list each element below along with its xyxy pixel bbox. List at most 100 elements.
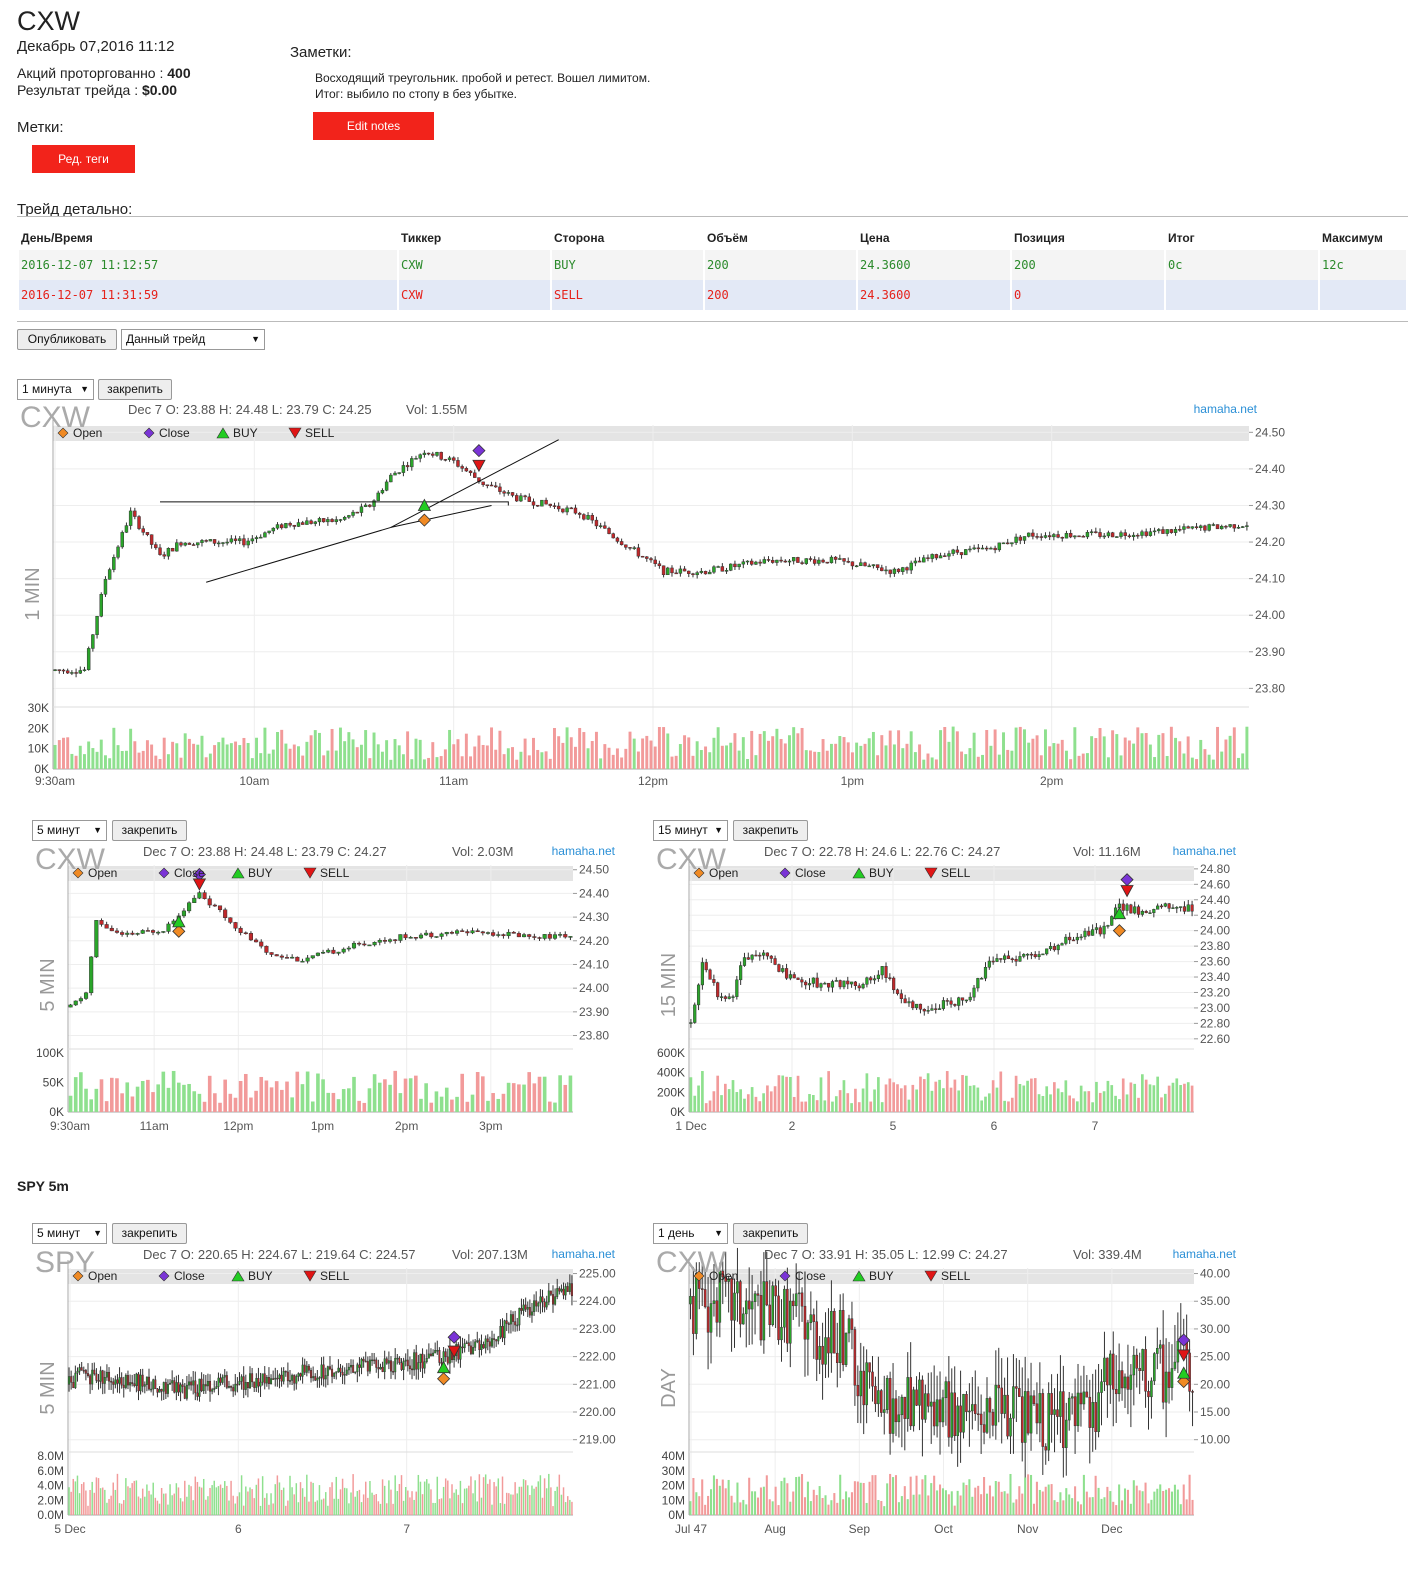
volume-bar [540, 752, 544, 769]
candle [693, 1002, 697, 1024]
candle-body [519, 495, 523, 502]
candle-body [1132, 1354, 1136, 1376]
y-tick-label: 24.20 [1255, 535, 1285, 549]
interval-select-1m[interactable]: ▼ 1 минута [17, 379, 94, 400]
candle [1009, 1413, 1012, 1454]
candle-body [821, 559, 825, 563]
volume-bar [729, 742, 733, 769]
pin-button-spy[interactable]: закрепить [112, 1223, 187, 1244]
volume-bar [73, 1077, 78, 1112]
candle-body [819, 983, 823, 988]
volume-bar [838, 1090, 842, 1112]
interval-select-15m[interactable]: ▼ 15 минут [653, 820, 728, 841]
candle [421, 1348, 424, 1378]
candle-body [78, 998, 83, 1002]
candle-body [257, 1378, 260, 1387]
candle-body [137, 516, 141, 529]
interval-select-5m[interactable]: ▼ 5 минут [32, 820, 107, 841]
candle-body [632, 547, 636, 549]
candle [787, 559, 792, 566]
candle-body [280, 1374, 283, 1382]
volume-bar [821, 739, 825, 769]
candle [549, 1290, 552, 1297]
volume-bar [448, 729, 452, 769]
x-tick-label: 12pm [638, 774, 668, 788]
candle-body [715, 1300, 719, 1323]
volume-bar [1094, 1475, 1097, 1515]
candle-body [804, 558, 808, 564]
volume-bar [1115, 734, 1119, 769]
candle [736, 1247, 739, 1322]
publish-scope-select[interactable]: ▼ Данный трейд [121, 329, 265, 350]
candle-body [965, 1394, 968, 1413]
volume-bar [842, 1080, 846, 1112]
volume-bar [1203, 749, 1207, 769]
candle [818, 1335, 821, 1375]
volume-bar [1044, 729, 1047, 769]
candle-body [897, 1414, 901, 1423]
vol-tick-label: 400K [657, 1066, 685, 1080]
candle [109, 925, 114, 932]
candle-body [379, 1366, 382, 1370]
volume-bar [1018, 726, 1022, 769]
candle [1224, 524, 1228, 530]
candle [511, 930, 516, 934]
candle [307, 1363, 310, 1374]
candle-body [636, 547, 641, 557]
x-tick-label: 5 Dec [54, 1522, 85, 1536]
edit-tags-button[interactable]: Ред. теги [32, 145, 135, 173]
candle-body [880, 1390, 883, 1413]
volume-bar [1039, 755, 1043, 769]
candle-body [1100, 1381, 1103, 1393]
candle [1110, 531, 1115, 538]
candle-body [236, 1383, 239, 1386]
pin-button-1m[interactable]: закрепить [98, 379, 172, 400]
candle [475, 928, 480, 933]
candle-body [1140, 911, 1144, 915]
pin-button-5m[interactable]: закрепить [112, 820, 187, 841]
candle [379, 1363, 382, 1370]
y-tick-label: 22.60 [1200, 1032, 1230, 1046]
volume-bar [926, 753, 930, 769]
candle-body [130, 932, 135, 935]
candle [376, 490, 380, 501]
pin-button-15m[interactable]: закрепить [733, 820, 808, 841]
candle [145, 927, 150, 932]
volume-bar [108, 758, 112, 769]
candle-body [1003, 1394, 1006, 1414]
candle-body [288, 523, 292, 526]
volume-bar [1033, 1078, 1037, 1112]
candle [846, 557, 850, 564]
candle [114, 928, 120, 934]
candle-body [133, 510, 137, 517]
candle [844, 1332, 848, 1368]
candle-body [1068, 936, 1072, 941]
volume-bar [628, 731, 632, 769]
interval-select-spy-5m[interactable]: ▼ 5 минут [32, 1223, 107, 1244]
candle-body [99, 594, 103, 617]
publish-button[interactable]: Опубликовать [17, 329, 117, 350]
candle-body [368, 504, 372, 507]
candle-body [615, 537, 620, 542]
edit-notes-button[interactable]: Edit notes [313, 112, 434, 140]
volume-bar [739, 1502, 742, 1515]
volume-bar [470, 1476, 472, 1515]
candle [112, 554, 116, 573]
candle-body [396, 1357, 399, 1360]
candle-body [107, 569, 112, 580]
candle [682, 566, 687, 572]
candle [162, 551, 166, 560]
candle [552, 1285, 554, 1313]
candle-body [263, 532, 267, 538]
candle-body [233, 538, 238, 541]
volume-bar [354, 1496, 356, 1515]
candle-body [341, 948, 346, 953]
candle-body [927, 1393, 930, 1407]
candle-body [1224, 525, 1228, 528]
interval-select-day[interactable]: ▼ 1 день [653, 1223, 728, 1244]
candle-body [1106, 532, 1111, 537]
candle-body [413, 937, 418, 939]
candle-body [825, 561, 829, 564]
candle-body [786, 1288, 789, 1344]
pin-button-day[interactable]: закрепить [733, 1223, 808, 1244]
